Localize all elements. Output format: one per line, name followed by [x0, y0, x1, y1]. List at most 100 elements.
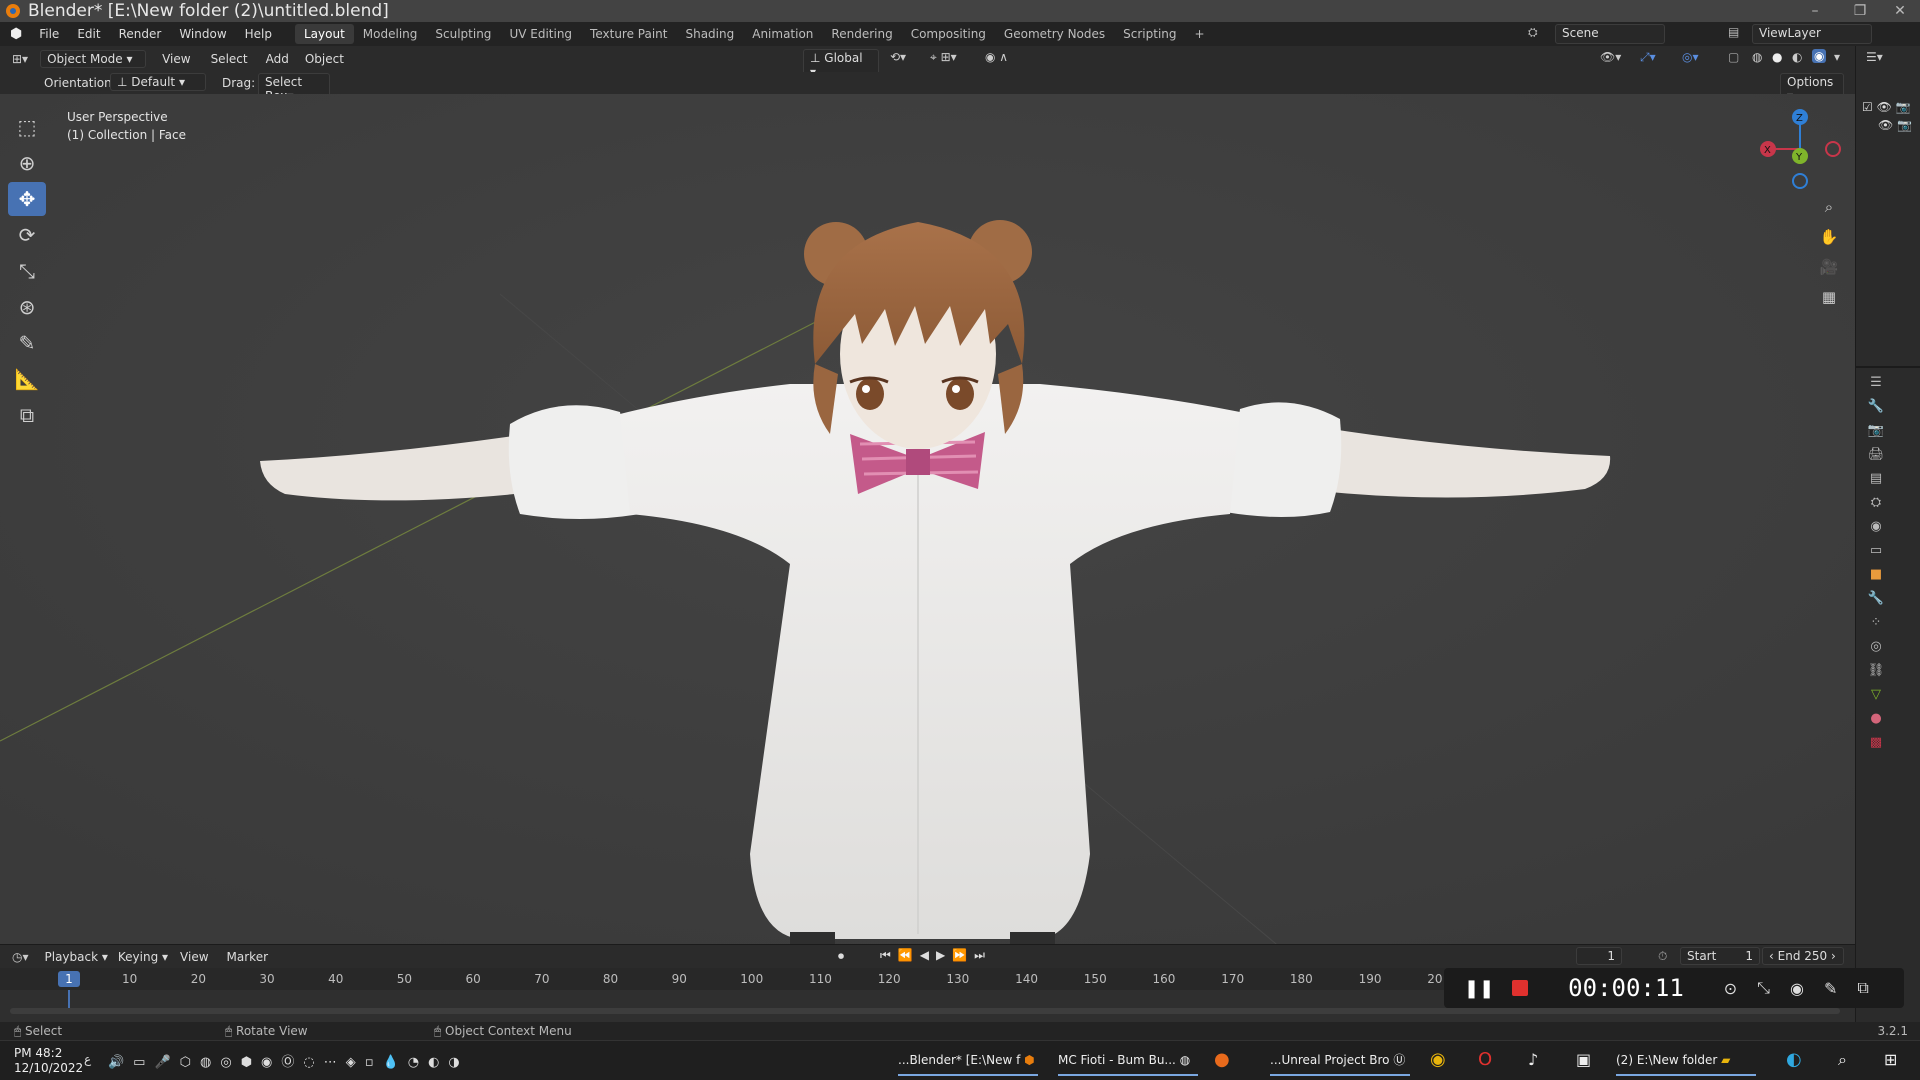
perspective-toggle-icon[interactable]: ▦: [1816, 284, 1842, 310]
solid-shading-icon[interactable]: ●: [1772, 50, 1782, 64]
object-properties-icon[interactable]: ■: [1867, 566, 1885, 584]
clock[interactable]: PM 48:2 12/10/2022: [14, 1046, 83, 1076]
stop-record-icon[interactable]: [1512, 980, 1529, 996]
timeline-scrollbar[interactable]: [10, 1008, 1840, 1014]
tab-shading[interactable]: Shading: [676, 27, 743, 41]
opera-taskbar-icon[interactable]: O: [1478, 1044, 1502, 1076]
scene-field[interactable]: Scene: [1555, 24, 1665, 44]
scene-properties-icon[interactable]: ⛭: [1867, 494, 1885, 512]
tab-modeling[interactable]: Modeling: [354, 27, 427, 41]
add-workspace-button[interactable]: +: [1186, 27, 1214, 41]
menu-help[interactable]: Help: [236, 27, 281, 41]
transform-tool-icon[interactable]: ⊛: [8, 290, 46, 324]
proportional-edit-icon[interactable]: ◉ ∧: [985, 50, 1008, 64]
auto-keying-icon[interactable]: ⏺: [838, 949, 844, 964]
tray-icons[interactable]: 🔊▭🎤⬡◍◎⬢◉Ⓞ◌⋯◈▫💧◔◐◑: [108, 1051, 469, 1070]
current-frame-field[interactable]: 1: [1576, 947, 1622, 965]
windows-start-icon[interactable]: ⊞: [1884, 1044, 1908, 1076]
annotate-tool-icon[interactable]: ✎: [8, 326, 46, 360]
firefox-taskbar-icon[interactable]: ●: [1214, 1044, 1238, 1076]
edge-taskbar-icon[interactable]: ◐: [1786, 1044, 1810, 1076]
tab-uv-editing[interactable]: UV Editing: [500, 27, 581, 41]
zoom-icon[interactable]: ⌕: [1816, 194, 1842, 220]
menu-select[interactable]: Select: [211, 52, 248, 66]
camera-view-icon[interactable]: 🎥: [1816, 254, 1842, 280]
chrome-taskbar-icon[interactable]: ◉: [1430, 1044, 1454, 1076]
minimize-icon[interactable]: –: [1800, 0, 1830, 22]
preview-range-icon[interactable]: ⏱: [1658, 949, 1667, 964]
view-layer-properties-icon[interactable]: ▤: [1867, 470, 1885, 488]
menu-timeline-view[interactable]: View: [180, 950, 208, 964]
taskbar-explorer[interactable]: (2) E:\New folder ▰: [1616, 1044, 1756, 1076]
orientation-dropdown[interactable]: ⊥ Default ▾: [110, 73, 206, 91]
tool-properties-icon[interactable]: 🔧: [1867, 398, 1885, 416]
menu-add[interactable]: Add: [266, 52, 289, 66]
rotate-tool-icon[interactable]: ⟳: [8, 218, 46, 252]
menu-keying[interactable]: Keying ▾: [118, 950, 168, 964]
menu-marker[interactable]: Marker: [227, 950, 268, 964]
draw-icon[interactable]: ✎: [1824, 979, 1837, 998]
taskbar-music[interactable]: MC Fioti - Bum Bu... ◍: [1058, 1044, 1198, 1076]
menu-object[interactable]: Object: [305, 52, 344, 66]
3d-viewport[interactable]: User Perspective (1) Collection | Face Z…: [0, 94, 1855, 944]
end-frame-field[interactable]: ‹ End 250 ›: [1762, 947, 1844, 965]
outliner-editor-icon[interactable]: ☰▾: [1866, 50, 1883, 64]
select-box-tool-icon[interactable]: ⬚: [8, 110, 46, 144]
start-frame-field[interactable]: Start 1: [1680, 947, 1760, 965]
modifier-properties-icon[interactable]: 🔧: [1867, 590, 1885, 608]
menu-playback[interactable]: Playback ▾: [45, 950, 108, 964]
material-properties-icon[interactable]: ●: [1867, 710, 1885, 728]
editor-type-icon[interactable]: ⊞▾: [12, 52, 28, 66]
material-shading-icon[interactable]: ◐: [1792, 50, 1802, 64]
playhead-frame[interactable]: 1: [58, 971, 80, 987]
menu-file[interactable]: File: [30, 27, 68, 41]
render-properties-icon[interactable]: 📷: [1867, 422, 1885, 440]
webcam-icon[interactable]: ◉: [1790, 979, 1804, 998]
world-properties-icon[interactable]: ◉: [1867, 518, 1885, 536]
store-taskbar-icon[interactable]: ▣: [1576, 1044, 1600, 1076]
texture-properties-icon[interactable]: ▩: [1867, 734, 1885, 752]
gizmo-neg-z[interactable]: [1792, 173, 1808, 189]
menu-view[interactable]: View: [162, 52, 190, 66]
tab-layout[interactable]: Layout: [295, 24, 354, 44]
rendered-shading-icon[interactable]: ◉: [1812, 49, 1827, 63]
pan-hand-icon[interactable]: ✋: [1816, 224, 1842, 250]
playback-controls[interactable]: ⏮⏪◀▶⏩⏭: [880, 948, 992, 963]
view-layer-field[interactable]: ViewLayer: [1752, 24, 1872, 44]
cursor-tool-icon[interactable]: ⊕: [8, 146, 46, 180]
particles-properties-icon[interactable]: ⁘: [1867, 614, 1885, 632]
pivot-icon[interactable]: ⟲▾: [890, 50, 906, 64]
taskbar-unreal[interactable]: ...Unreal Project Bro Ⓤ: [1270, 1044, 1410, 1076]
navigation-gizmo[interactable]: Z X Y: [1755, 104, 1855, 194]
gizmo-toggle-icon[interactable]: ⤢▾: [1640, 50, 1656, 65]
mode-dropdown[interactable]: Object Mode ▾: [40, 50, 147, 68]
tab-sculpting[interactable]: Sculpting: [426, 27, 500, 41]
scale-tool-icon[interactable]: ⤡: [8, 254, 46, 288]
menu-render[interactable]: Render: [110, 27, 171, 41]
blender-menu-icon[interactable]: ⬢: [0, 26, 30, 42]
gizmo-neg-x[interactable]: [1825, 141, 1841, 157]
tab-geometry-nodes[interactable]: Geometry Nodes: [995, 27, 1114, 41]
window-icon[interactable]: ⧉: [1857, 978, 1868, 998]
output-properties-icon[interactable]: 🖨: [1867, 446, 1885, 464]
move-tool-icon[interactable]: ✥: [8, 182, 46, 216]
xray-icon[interactable]: ▢: [1728, 50, 1739, 64]
tab-compositing[interactable]: Compositing: [902, 27, 995, 41]
fullscreen-icon[interactable]: ⤡: [1757, 978, 1770, 998]
constraints-properties-icon[interactable]: ⛓: [1867, 662, 1885, 680]
visibility-icon[interactable]: 👁▾: [1600, 50, 1621, 64]
pause-icon[interactable]: ❚❚: [1464, 978, 1494, 999]
snap-icon[interactable]: ⌖ ⊞▾: [930, 50, 957, 65]
screenshot-icon[interactable]: ⊙: [1724, 979, 1737, 998]
physics-properties-icon[interactable]: ◎: [1867, 638, 1885, 656]
close-icon[interactable]: ✕: [1885, 0, 1915, 22]
data-properties-icon[interactable]: ▽: [1867, 686, 1885, 704]
tab-animation[interactable]: Animation: [743, 27, 822, 41]
tab-rendering[interactable]: Rendering: [822, 27, 901, 41]
tab-scripting[interactable]: Scripting: [1114, 27, 1185, 41]
taskbar-blender[interactable]: ...Blender* [E:\New f ⬢: [898, 1044, 1038, 1076]
menu-edit[interactable]: Edit: [68, 27, 109, 41]
language-indicator[interactable]: ع: [84, 1052, 91, 1066]
add-cube-tool-icon[interactable]: ⧉: [8, 398, 46, 432]
search-icon[interactable]: ⌕: [1838, 1044, 1862, 1076]
